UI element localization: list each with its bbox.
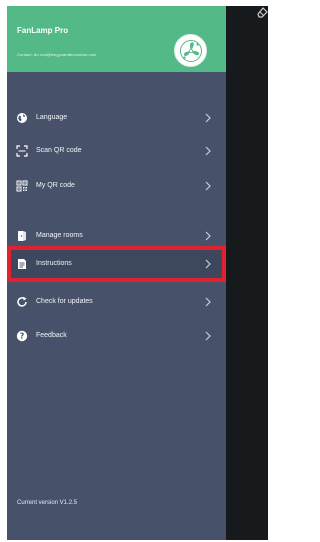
menu-item-label: Manage rooms xyxy=(36,232,83,239)
menu-item-label: Scan QR code xyxy=(36,147,82,154)
svg-text:?: ? xyxy=(20,332,24,341)
chevron-right-icon xyxy=(205,113,211,123)
screen: FanLamp Pro Contact: du.cnd@lengyuandeco… xyxy=(0,0,273,542)
app-title: FanLamp Pro xyxy=(17,26,69,35)
drawer-header: FanLamp Pro Contact: du.cnd@lengyuandeco… xyxy=(7,6,226,72)
globe-icon xyxy=(17,113,27,123)
menu-item-label: Language xyxy=(36,114,68,121)
eraser-icon[interactable] xyxy=(255,5,269,19)
drawer-scrim[interactable] xyxy=(226,6,268,540)
chevron-right-icon xyxy=(205,231,211,241)
menu-item-instructions[interactable]: Instructions xyxy=(7,246,226,282)
chevron-right-icon xyxy=(205,297,211,307)
chevron-right-icon xyxy=(205,181,211,191)
menu-item-label: Feedback xyxy=(36,332,67,339)
account-email: Contact: du.cnd@lengyuandecoration.com xyxy=(17,52,97,57)
app-version: Current version V1.2.5 xyxy=(17,500,78,506)
app-logo xyxy=(174,34,207,67)
chevron-right-icon xyxy=(205,331,211,341)
fan-icon xyxy=(179,39,202,62)
scan-icon xyxy=(16,145,28,157)
chevron-right-icon xyxy=(205,259,211,269)
menu-item-my-qr-code[interactable]: My QR code xyxy=(7,172,226,200)
menu-item-feedback[interactable]: ? Feedback xyxy=(7,322,226,350)
chevron-right-icon xyxy=(205,146,211,156)
menu-item-language[interactable]: Language xyxy=(7,104,226,132)
help-icon: ? xyxy=(16,330,28,342)
menu-item-label: Instructions xyxy=(36,260,72,267)
door-icon xyxy=(18,231,26,241)
refresh-icon xyxy=(17,296,27,307)
qr-code-icon xyxy=(16,180,28,192)
menu-item-check-for-updates[interactable]: Check for updates xyxy=(7,288,226,316)
menu-item-label: Check for updates xyxy=(36,298,93,305)
navigation-drawer: FanLamp Pro Contact: du.cnd@lengyuandeco… xyxy=(7,6,226,540)
document-icon xyxy=(18,259,26,269)
menu-item-label: My QR code xyxy=(36,182,75,189)
menu-item-scan-qr-code[interactable]: Scan QR code xyxy=(7,137,226,165)
